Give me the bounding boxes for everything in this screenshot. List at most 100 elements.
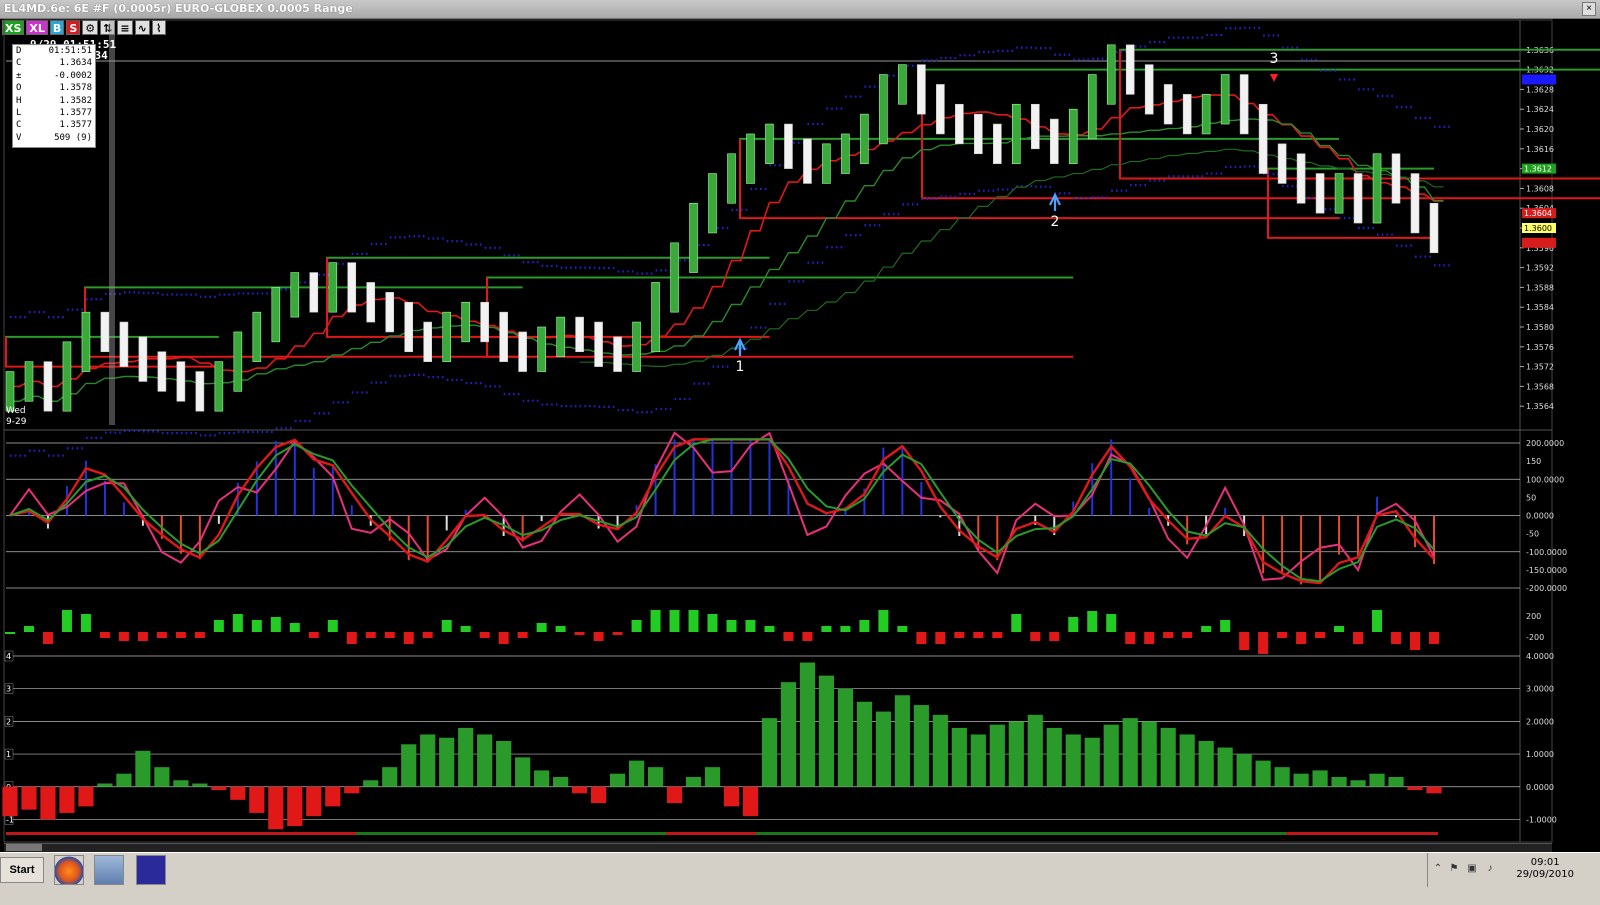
horizontal-scrollbar[interactable] (4, 843, 1552, 852)
firefox-icon[interactable] (54, 855, 84, 885)
volume-bar (897, 626, 908, 632)
delta-bar (496, 741, 512, 787)
chart-canvas[interactable]: 1.36361.36321.36281.36241.36201.36161.36… (0, 0, 1600, 852)
price-bar (1258, 103, 1268, 174)
delta-bar (970, 734, 986, 787)
delta-bar (135, 750, 151, 787)
computer-icon[interactable] (94, 855, 124, 885)
delta-bar (287, 786, 303, 826)
volume-bar (935, 632, 946, 644)
delta-bar (742, 786, 759, 817)
volume-bar (1277, 632, 1288, 638)
price-bar (765, 123, 774, 164)
price-bar (898, 64, 907, 105)
flag-icon[interactable]: ⚑ (1448, 863, 1460, 875)
up-arrow-icon (734, 337, 746, 356)
volume-bar (308, 632, 319, 638)
cci-tick-label: -150.0000 (1526, 566, 1567, 575)
delta-bar (173, 780, 189, 787)
price-bar (233, 331, 243, 392)
volume-bar (327, 620, 338, 632)
delta-tick-label: 3.0000 (1526, 685, 1554, 694)
price-tick-label: 1.3564 (1526, 402, 1554, 411)
price-bar (1163, 84, 1173, 125)
delta-bar (154, 767, 170, 787)
volume-bar (213, 620, 224, 632)
volume-bar (1106, 614, 1117, 632)
delta-bar (1369, 773, 1385, 787)
price-bar (290, 272, 300, 318)
volume-bar (669, 610, 680, 632)
delta-bar (913, 705, 929, 787)
volume-bar (251, 620, 262, 632)
readout-row: ± -0.0002 (13, 70, 95, 82)
volume-bar (1258, 632, 1269, 654)
network-icon[interactable]: ▣ (1466, 863, 1478, 875)
readout-key: H (16, 95, 22, 106)
price-bar (366, 282, 376, 323)
delta-bar (1122, 718, 1138, 787)
price-bar (1049, 118, 1059, 164)
chevron-up-icon[interactable]: ⌃ (1432, 863, 1444, 875)
volume-bar (574, 632, 585, 635)
delta-bar (363, 780, 379, 787)
price-bar (138, 336, 148, 382)
price-bar (556, 316, 565, 358)
delta-bar (306, 786, 322, 817)
price-bar (157, 351, 167, 392)
delta-bar (249, 786, 265, 813)
delta-bar (1160, 727, 1176, 787)
price-bar (518, 331, 527, 372)
clock[interactable]: 09:01 29/09/2010 (1516, 857, 1574, 881)
volume-bar (821, 626, 832, 632)
volume-bar (42, 632, 53, 644)
price-bar (1277, 143, 1287, 184)
price-bar (43, 361, 53, 412)
price-bar (385, 292, 395, 333)
volume-bar (1410, 632, 1421, 650)
delta-bar (989, 724, 1005, 787)
delta-bar (40, 786, 56, 820)
delta-bar (1065, 734, 1081, 787)
scrollbar-thumb[interactable] (6, 844, 42, 851)
cci-tick-label: 0.0000 (1526, 512, 1554, 521)
readout-value: -0.0002 (54, 70, 92, 81)
app-icon[interactable] (136, 855, 166, 885)
volume-bar (973, 632, 984, 638)
delta-bar (1027, 714, 1043, 787)
cci-tick-label: -50 (1526, 530, 1539, 539)
trend-strip-red (666, 832, 756, 835)
volume-bar (1087, 611, 1098, 632)
price-bar (955, 103, 964, 145)
volume-bar (1391, 632, 1402, 644)
cci-tick-label: 200.0000 (1526, 439, 1564, 448)
price-bar (917, 64, 926, 115)
delta-bar (325, 786, 341, 807)
delta-bar (951, 727, 967, 787)
delta-bar (647, 767, 664, 787)
price-bar (195, 371, 205, 412)
delta-bar (666, 786, 683, 804)
start-button[interactable]: Start (0, 857, 44, 883)
delta-bar (1350, 780, 1366, 787)
price-tick-label: 1.3568 (1526, 382, 1554, 391)
volume-bar (802, 632, 813, 641)
price-bar (1410, 173, 1420, 234)
price-bar (613, 336, 622, 372)
price-bar (24, 361, 34, 402)
volume-bar (1220, 620, 1231, 632)
readout-row: C 1.3634 (13, 57, 95, 69)
volume-bar (175, 632, 186, 638)
delta-bar (1141, 721, 1157, 787)
volume-bar (23, 626, 34, 632)
delta-bar (477, 734, 493, 787)
delta-left-label: 4 (6, 652, 11, 661)
delta-bar (420, 734, 436, 787)
delta-tick-label: 0.0000 (1526, 783, 1554, 792)
price-bar (1315, 173, 1325, 214)
volume-bar (1163, 632, 1174, 638)
delta-bar (230, 786, 246, 800)
volume-icon[interactable]: ♪ (1484, 863, 1496, 875)
clock-date: 29/09/2010 (1516, 869, 1574, 880)
delta-bar (211, 786, 227, 791)
